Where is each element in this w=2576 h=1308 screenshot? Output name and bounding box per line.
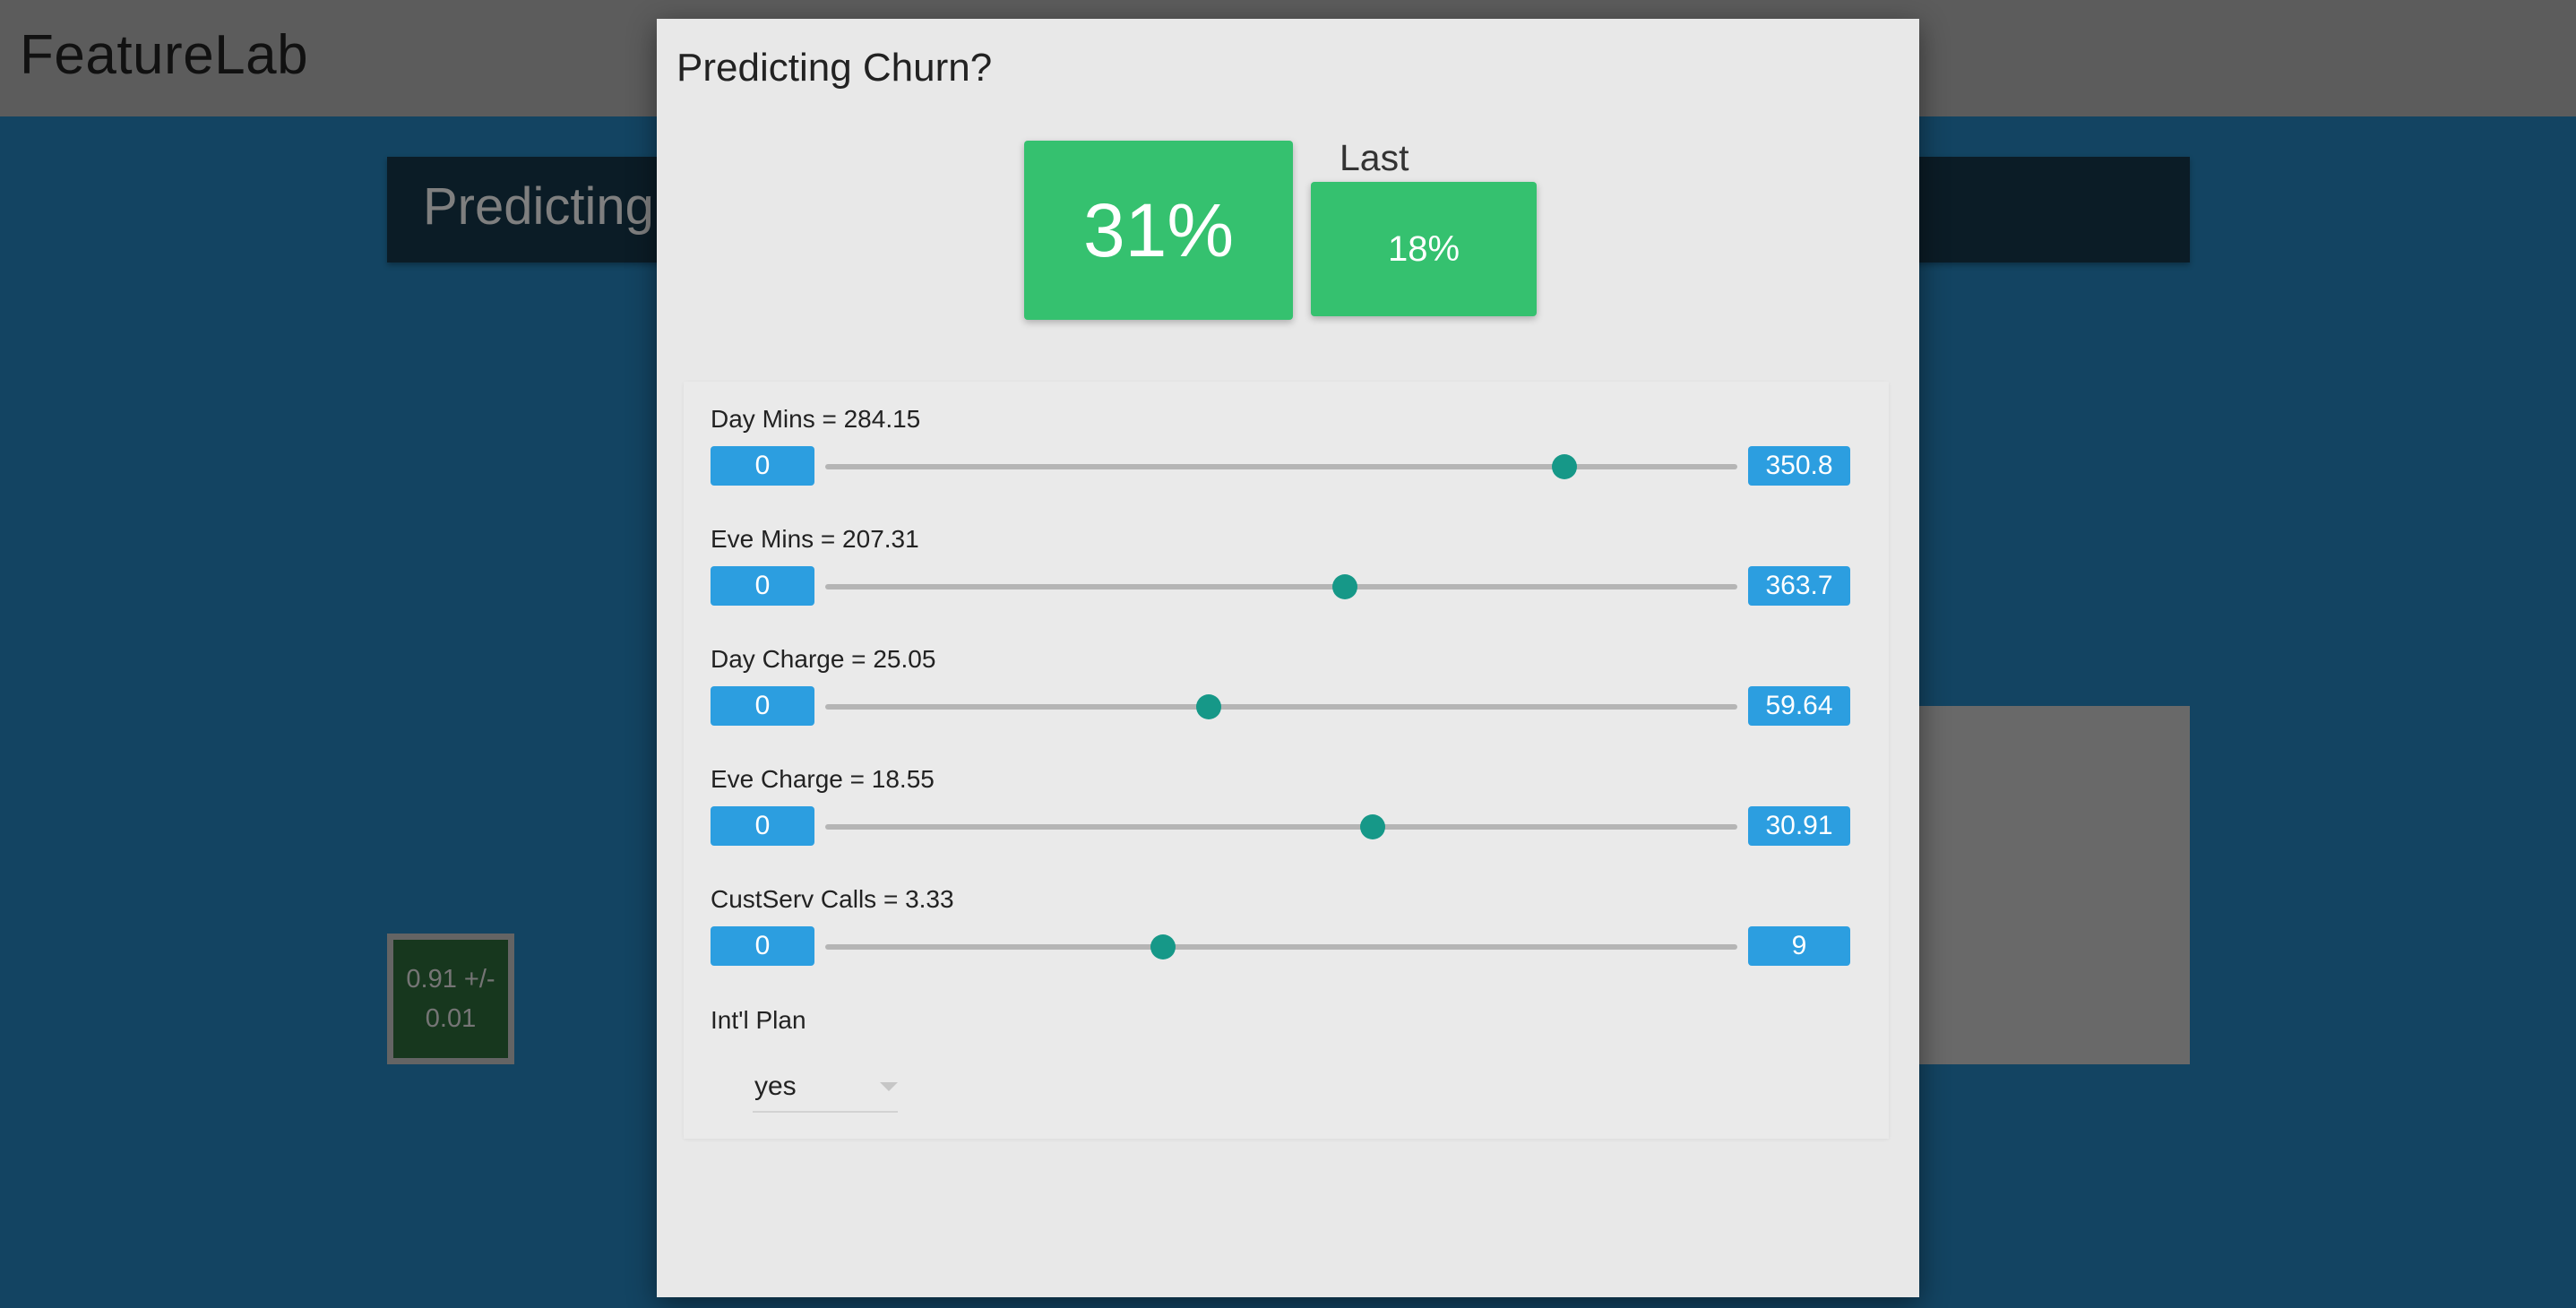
last-prediction-card: 18% [1311,182,1537,316]
intl-plan-select[interactable]: yes [753,1064,898,1113]
slider-row-eve-charge: Eve Charge = 18.55 0 30.91 [684,742,1889,862]
slider-row-eve-mins: Eve Mins = 207.31 0 363.7 [684,502,1889,622]
slider-thumb[interactable] [1195,694,1221,719]
dialog-title: Predicting Churn? [676,46,993,90]
slider-min-value: 0 [711,446,814,486]
slider-max-value: 363.7 [1748,566,1850,606]
slider-max-value: 9 [1748,926,1850,966]
slider-thumb[interactable] [1332,574,1358,599]
slider-track[interactable] [825,814,1737,839]
slider-max-value: 30.91 [1748,806,1850,846]
slider-row-day-mins: Day Mins = 284.15 0 350.8 [684,382,1889,502]
prediction-dialog: Predicting Churn? 31% Last 18% Day Mins … [657,19,1919,1297]
slider-min-value: 0 [711,926,814,966]
slider-track[interactable] [825,934,1737,959]
slider-thumb[interactable] [1359,814,1385,839]
current-prediction-card: 31% [1024,141,1293,320]
slider-label: Day Mins = 284.15 [711,405,921,433]
slider-label: CustServ Calls = 3.33 [711,885,954,913]
slider-thumb[interactable] [1150,934,1176,959]
slider-row-custserv-calls: CustServ Calls = 3.33 0 9 [684,862,1889,982]
slider-min-value: 0 [711,806,814,846]
last-prediction-value: 18% [1387,228,1460,269]
slider-label: Day Charge = 25.05 [711,645,936,673]
slider-track[interactable] [825,574,1737,599]
slider-min-value: 0 [711,566,814,606]
slider-min-value: 0 [711,686,814,726]
intl-plan-selected-value: yes [754,1071,797,1101]
slider-row-day-charge: Day Charge = 25.05 0 59.64 [684,622,1889,742]
chevron-down-icon [880,1082,898,1091]
current-prediction-value: 31% [1082,187,1235,272]
intl-plan-label: Int'l Plan [711,1006,806,1034]
slider-track[interactable] [825,694,1737,719]
feature-controls-panel: Day Mins = 284.15 0 350.8 Eve Mins = 207… [684,382,1889,1139]
slider-track[interactable] [825,454,1737,479]
slider-max-value: 59.64 [1748,686,1850,726]
slider-thumb[interactable] [1551,454,1577,479]
last-prediction-label: Last [1340,137,1409,178]
slider-label: Eve Mins = 207.31 [711,525,919,553]
slider-max-value: 350.8 [1748,446,1850,486]
slider-label: Eve Charge = 18.55 [711,765,935,793]
